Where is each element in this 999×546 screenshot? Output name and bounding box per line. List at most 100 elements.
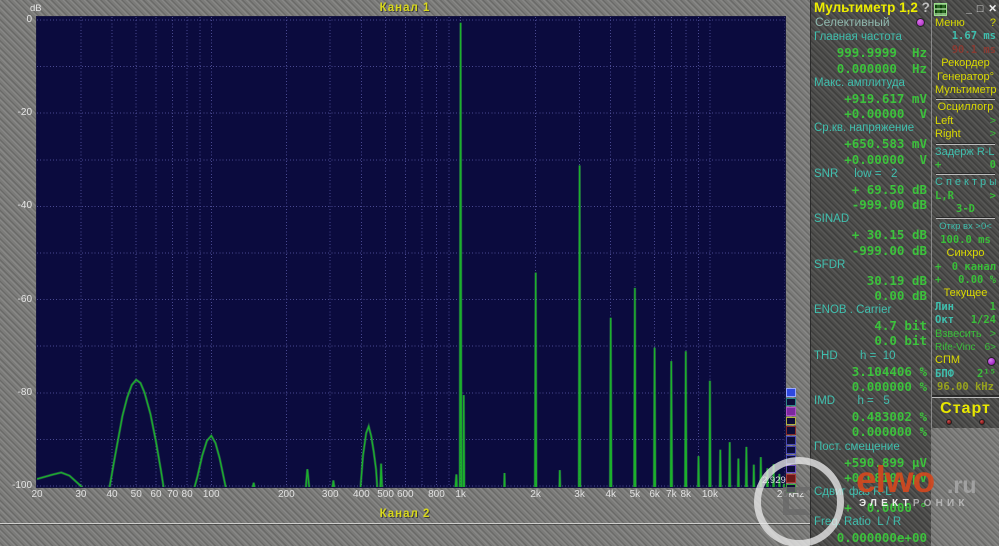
menu-item-sync-percent[interactable]: +0.00 % xyxy=(935,274,996,287)
menu-item-delay-rl[interactable]: Задерж R-L xyxy=(935,146,996,159)
menu-item-generator[interactable]: Генератор° xyxy=(935,71,996,84)
y-tick--20: -20 xyxy=(4,107,32,119)
measure-dc-offset: Пост. смещение xyxy=(811,440,931,455)
measure-snr-r: -999.00 dB xyxy=(811,197,931,212)
menu-panel: _ □ ✕ Меню?1.67 ms90.1 msРекордерГенерат… xyxy=(931,0,999,428)
trace-swatch-2[interactable] xyxy=(786,398,796,407)
measure-window-title[interactable]: Мультиметр 1,2 ? xyxy=(811,0,931,15)
trace-swatch-9[interactable] xyxy=(786,465,796,474)
x-tick-600: 600 xyxy=(397,489,414,500)
measure-sfdr-l: 30.19 dB xyxy=(811,273,931,288)
menu-item-recorder[interactable]: Рекордер xyxy=(935,57,996,70)
menu-item-rife-vinc[interactable]: Rife-Vinc6> xyxy=(935,341,996,354)
start-led-right-icon xyxy=(979,419,985,425)
trace-swatch-7[interactable] xyxy=(786,446,796,455)
y-tick--40: -40 xyxy=(4,200,32,212)
menu-item-fft[interactable]: БПФ2¹⁵ xyxy=(935,368,996,381)
measure-phase-shift: Сдвиг фаз R-L xyxy=(811,485,931,500)
menu-item-spectra-lr[interactable]: L,R> xyxy=(935,190,996,203)
measure-max-amplitude-l: +919.617 mV xyxy=(811,91,931,106)
menu-item-oct[interactable]: Окт1/24 xyxy=(935,314,996,327)
x-tick-70: 70 xyxy=(167,489,178,500)
x-tick-500: 500 xyxy=(377,489,394,500)
x-tick-100: 100 xyxy=(203,489,220,500)
x-tick-60: 60 xyxy=(150,489,161,500)
trace-color-swatches xyxy=(786,388,798,494)
separator xyxy=(936,143,995,145)
measure-sinad-r: -999.00 dB xyxy=(811,243,931,258)
app-icon xyxy=(934,3,947,16)
menu-item-window-length[interactable]: 100.0 ms xyxy=(935,234,996,247)
menu-item-menu[interactable]: Меню? xyxy=(935,17,996,30)
watermark-domain: .ru xyxy=(947,472,976,499)
menu-item-time-window[interactable]: 90.1 ms xyxy=(935,44,996,57)
separator xyxy=(936,217,995,219)
x-tick-6k: 6k xyxy=(649,489,660,500)
x-tick-400: 400 xyxy=(353,489,370,500)
measure-sfdr-r: 0.00 dB xyxy=(811,288,931,303)
trace-swatch-1[interactable] xyxy=(786,388,796,397)
maximize-icon[interactable]: □ xyxy=(977,3,983,15)
measure-rms-voltage-r: +0.00000 V xyxy=(811,152,931,167)
measure-snr-l: + 69.50 dB xyxy=(811,182,931,197)
y-tick-0: 0 xyxy=(4,14,32,26)
close-icon[interactable]: ✕ xyxy=(988,3,997,15)
menu-item-delay-value[interactable]: +0 xyxy=(935,159,996,172)
measure-enob-l: 4.7 bit xyxy=(811,318,931,333)
separator xyxy=(936,98,995,100)
trace-swatch-8[interactable] xyxy=(786,455,796,464)
x-tick-7k: 7k xyxy=(666,489,677,500)
x-tick-800: 800 xyxy=(428,489,445,500)
trace-swatch-6[interactable] xyxy=(786,436,796,445)
measure-rms-voltage-l: +650.583 mV xyxy=(811,136,931,151)
spm-led-icon xyxy=(987,357,996,366)
measure-selective[interactable]: Селективный xyxy=(811,15,931,30)
channel2-titlebar: Канал 2 xyxy=(0,507,810,522)
app-window: Канал 1 dB 0-20-40-60-80-100 20304050607… xyxy=(0,0,999,546)
menu-item-weighting[interactable]: Взвесить> xyxy=(935,328,996,341)
measure-snr: SNR low = 2 xyxy=(811,167,931,182)
trace-swatch-5[interactable] xyxy=(786,426,796,435)
trace-swatch-11[interactable] xyxy=(786,484,796,493)
x-tick-8k: 8k xyxy=(680,489,691,500)
x-tick-40: 40 xyxy=(106,489,117,500)
x-tick-10k: 10k xyxy=(702,489,718,500)
measure-rms-voltage: Ср.кв. напряжение xyxy=(811,121,931,136)
measure-phase-shift-v: + 0.0000 ° xyxy=(811,500,931,515)
measure-thd: THD h = 10 xyxy=(811,349,931,364)
channel1-titlebar: Канал 1 xyxy=(0,1,810,16)
x-tick-300: 300 xyxy=(322,489,339,500)
window-controls: _ □ ✕ xyxy=(932,0,999,17)
menu-item-spectra[interactable]: Спектры xyxy=(935,176,996,189)
y-tick--80: -80 xyxy=(4,387,32,399)
menu-item-current[interactable]: Текущее xyxy=(935,287,996,300)
menu-item-oscillograph[interactable]: Осциллогр xyxy=(935,101,996,114)
menu-item-open-input[interactable]: Откр вх >0< xyxy=(935,220,996,233)
menu-item-lin[interactable]: Лин1 xyxy=(935,301,996,314)
start-button[interactable]: Старт xyxy=(932,398,999,419)
menu-item-spm[interactable]: СПМ xyxy=(935,354,996,367)
separator xyxy=(936,173,995,175)
x-tick-20: 20 xyxy=(31,489,42,500)
trace-swatch-4[interactable] xyxy=(786,417,796,426)
menu-item-spectra-3d[interactable]: 3-D xyxy=(935,203,996,216)
trace-swatch-10[interactable] xyxy=(786,474,796,483)
x-tick-2k: 2k xyxy=(530,489,541,500)
measure-main-frequency: Главная частота xyxy=(811,30,931,45)
help-icon[interactable]: ? xyxy=(918,0,930,15)
y-axis-unit: dB xyxy=(30,3,42,14)
menu-item-time-total[interactable]: 1.67 ms xyxy=(935,30,996,43)
measure-enob: ENOB . Carrier xyxy=(811,303,931,318)
menu-item-sample-rate[interactable]: 96.00 kHz xyxy=(935,381,996,394)
measure-sinad: SINAD xyxy=(811,212,931,227)
measure-imd: IMD h = 5 xyxy=(811,394,931,409)
menu-item-right[interactable]: Right> xyxy=(935,128,996,141)
menu-item-left[interactable]: Left> xyxy=(935,115,996,128)
menu-item-multimeter[interactable]: Мультиметр xyxy=(935,84,996,97)
measure-thd-r: 0.000000 % xyxy=(811,379,931,394)
trace-swatch-3[interactable] xyxy=(786,407,796,416)
x-tick-50: 50 xyxy=(131,489,142,500)
menu-item-sync[interactable]: Синхро xyxy=(935,247,996,260)
minimize-icon[interactable]: _ xyxy=(966,3,972,15)
menu-item-sync-channel[interactable]: +0 канал xyxy=(935,261,996,274)
